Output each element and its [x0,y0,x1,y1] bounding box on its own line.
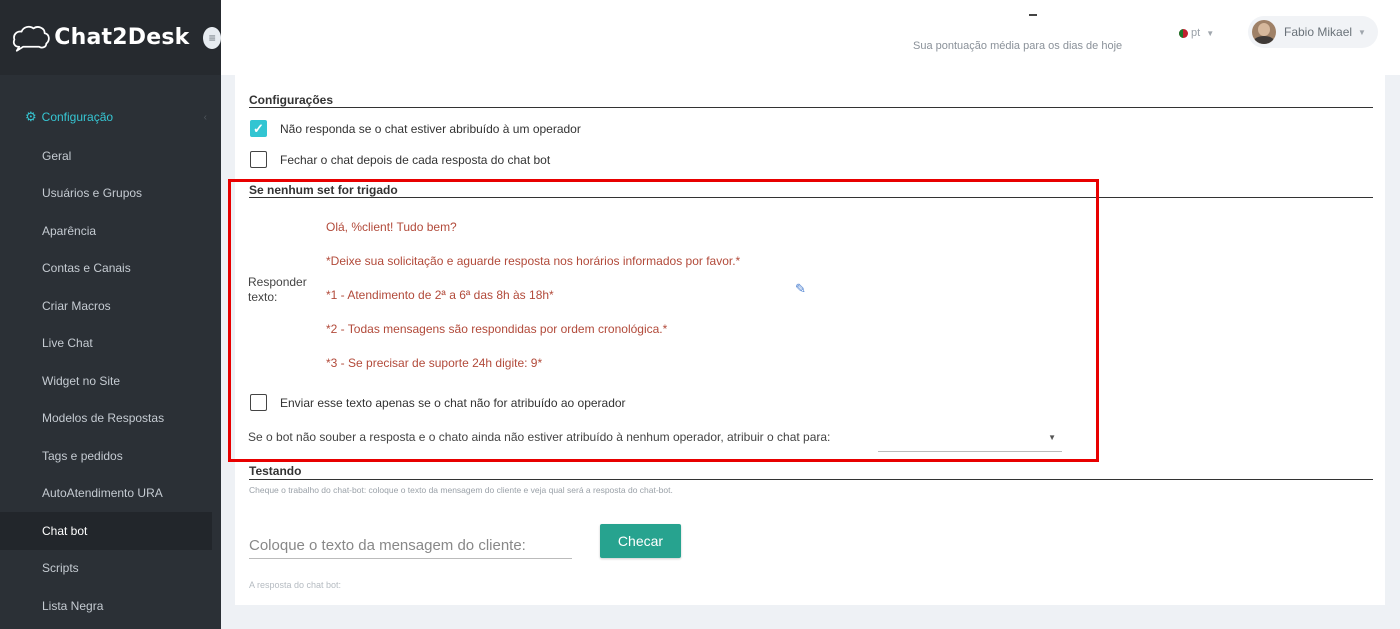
sidebar-item-label: Widget no Site [42,373,121,388]
sidebar-item-modelos-de-respostas[interactable]: Modelos de Respostas [0,400,221,438]
sidebar-item-chat-bot[interactable]: Chat bot [0,512,212,550]
sidebar-item-label: Scripts [42,561,79,576]
sidebar-item-label: Aparência [42,223,97,238]
sidebar-item-geral[interactable]: Geral [0,137,221,175]
sidebar-item-label: Chat bot [42,523,88,538]
score-label: Sua pontuação média para os dias de hoje [913,40,1123,52]
sidebar-item-label: Modelos de Respostas [42,411,165,426]
sidebar-item-tags-e-pedidos[interactable]: Tags e pedidos [0,437,221,475]
client-message-input[interactable]: Coloque o texto da mensagem do cliente: [249,533,572,559]
brand-name: Chat2Desk [54,25,190,50]
menu-toggle-icon[interactable]: ≡ [203,26,221,49]
sidebar-item-contas-e-canais[interactable]: Contas e Canais [0,250,221,288]
sidebar-section-configuracao[interactable]: ⚙ Configuração ‹ [0,97,221,137]
sidebar-item-label: AutoAtendimento URA [42,486,163,501]
sidebar-item-label: Live Chat [42,336,93,351]
sidebar-item-criar-macros[interactable]: Criar Macros [0,287,221,325]
sidebar-item-label: Geral [42,148,72,163]
option-label: Não responda se o chat estiver abribuído… [280,121,581,136]
score-value [1029,14,1037,16]
avatar [1252,20,1276,44]
section-divider [249,107,1373,108]
sidebar-item-lista-negra[interactable]: Lista Negra [0,587,221,625]
sidebar-item-scripts[interactable]: Scripts [0,550,221,588]
sidebar-item-label: Criar Macros [42,298,111,313]
bot-answer-label: A resposta do chat bot: [249,580,342,590]
highlight-box [228,179,1099,462]
sidebar-section-label: Configuração [41,110,114,124]
sidebar-item-label: Contas e Canais [42,261,131,276]
chat-cloud-logo-icon [12,25,50,52]
option-no-reply-if-assigned[interactable]: ✓ Não responda se o chat estiver abribuí… [250,120,581,137]
caret-down-icon: ▼ [1206,28,1215,38]
sidebar-item-usuarios-e-grupos[interactable]: Usuários e Grupos [0,175,221,213]
sidebar-item-label: Tags e pedidos [42,448,123,463]
language-selector[interactable]: pt ▼ [1179,27,1214,39]
gear-icon: ⚙ [25,109,37,124]
check-button[interactable]: Checar [600,524,681,558]
top-header: Sua pontuação média para os dias de hoje… [221,0,1400,75]
checkbox-unchecked[interactable] [250,151,267,168]
sidebar-item-label: Usuários e Grupos [42,186,143,201]
caret-down-icon: ▼ [1358,27,1366,37]
sidebar: Chat2Desk ≡ ⚙ Configuração ‹ Geral Usuár… [0,0,221,629]
testing-section-title: Testando [249,464,302,478]
option-label: Fechar o chat depois de cada resposta do… [280,152,551,167]
sidebar-item-live-chat[interactable]: Live Chat [0,325,221,363]
portugal-flag-icon [1179,28,1188,38]
logo-bar: Chat2Desk ≡ [0,0,221,75]
sidebar-item-widget-no-site[interactable]: Widget no Site [0,362,221,400]
sidebar-item-aparencia[interactable]: Aparência [0,212,221,250]
user-name: Fabio Mikael [1284,25,1353,39]
section-divider [249,479,1373,480]
sidebar-item-autoatendimento-ura[interactable]: AutoAtendimento URA [0,475,221,513]
testing-hint: Cheque o trabalho do chat-bot: coloque o… [249,485,673,495]
checkbox-checked[interactable]: ✓ [250,120,267,137]
settings-section-title: Configurações [249,93,334,107]
chevron-left-icon: ‹ [203,111,207,123]
option-close-chat-after-reply[interactable]: Fechar o chat depois de cada resposta do… [250,151,550,168]
user-menu[interactable]: Fabio Mikael ▼ [1248,16,1378,48]
language-code: pt [1191,27,1201,39]
sidebar-item-label: Lista Negra [42,598,104,613]
